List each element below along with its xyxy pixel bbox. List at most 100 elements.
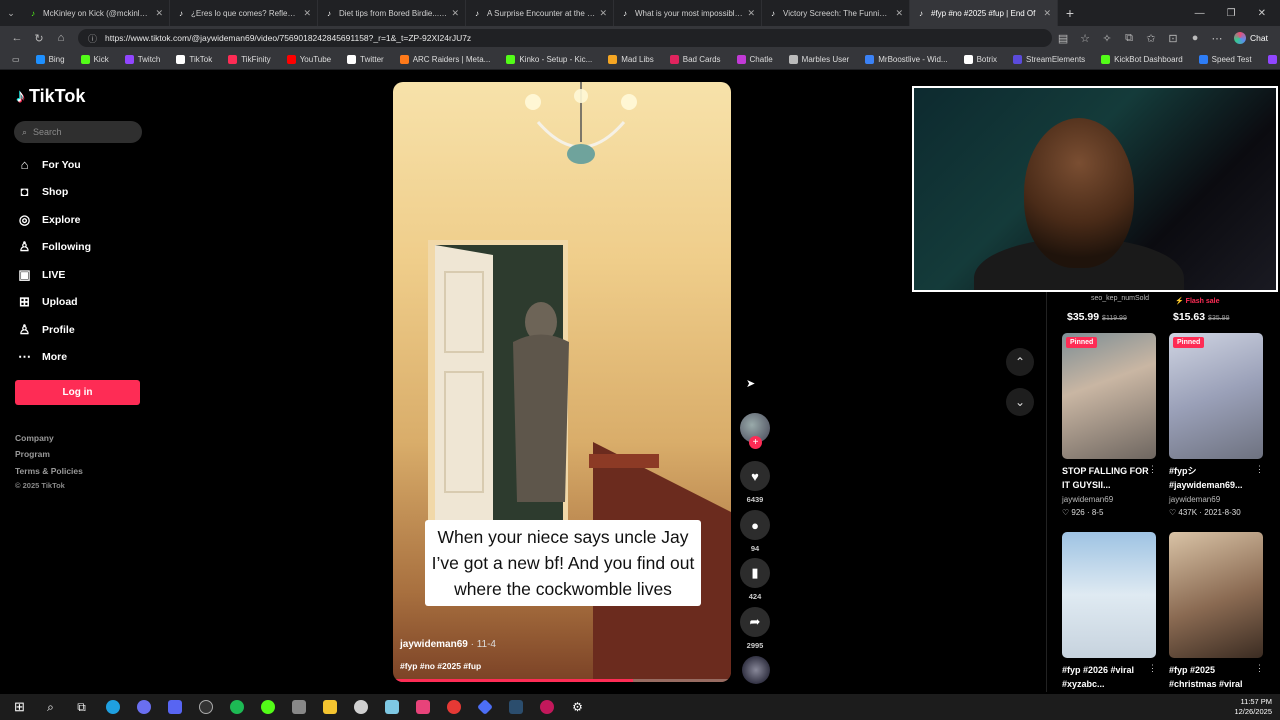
bookmark-item[interactable]: Kick (73, 55, 117, 64)
obs-icon[interactable] (190, 694, 221, 720)
close-tab-icon[interactable]: ✕ (303, 8, 311, 19)
taskbar-search-icon[interactable]: ⌕ (35, 694, 66, 720)
favorite-star-icon[interactable]: ☆ (1074, 32, 1096, 45)
minimize-icon[interactable]: — (1195, 8, 1205, 19)
close-tab-icon[interactable]: ✕ (895, 8, 903, 19)
video-hashtags[interactable]: #fyp #no #2025 #fup (400, 661, 481, 671)
app-diamond-icon[interactable] (469, 694, 500, 720)
sidebar-item-explore[interactable]: ◎ Explore (17, 212, 81, 228)
footer-link-terms[interactable]: Terms & Policies (15, 466, 83, 476)
settings-more-icon[interactable]: ⋯ (1206, 32, 1228, 45)
sidebar-item-upload[interactable]: ⊞ Upload (17, 294, 78, 310)
footer-link-company[interactable]: Company (15, 433, 54, 443)
reload-icon[interactable]: ↻ (28, 32, 50, 45)
browser-tab[interactable]: ♪ A Surprise Encounter at the Gym: T ✕ (466, 0, 614, 26)
address-bar[interactable]: ⓘ https://www.tiktok.com/@jaywideman69/v… (78, 29, 1053, 47)
spotify-icon[interactable] (221, 694, 252, 720)
extensions-icon[interactable]: ✧ (1096, 32, 1118, 45)
like-action[interactable]: ♥ 6439 (740, 461, 770, 504)
bookmark-item[interactable]: Speed Test (1191, 55, 1260, 64)
maximize-icon[interactable]: ❐ (1227, 8, 1236, 19)
back-arrow-icon[interactable]: ← (6, 32, 28, 44)
video-player[interactable]: When your niece says uncle Jay I’ve got … (393, 82, 731, 682)
bookmark-item[interactable]: Twitter (339, 55, 392, 64)
follow-plus-icon[interactable]: + (749, 436, 762, 449)
collections-icon[interactable]: ⊡ (1162, 32, 1184, 45)
more-options-icon[interactable]: ⋮ (1148, 464, 1157, 475)
copilot-chat-button[interactable]: Chat (1228, 32, 1274, 44)
close-tab-icon[interactable]: ✕ (451, 8, 459, 19)
app-cube-icon[interactable] (283, 694, 314, 720)
bookmark-icon[interactable]: ▮ (740, 558, 770, 588)
sidebar-item-shop[interactable]: ◘ Shop (17, 184, 69, 199)
video-author-1[interactable]: jaywideman69 (1062, 495, 1113, 504)
new-tab-button[interactable]: + (1058, 5, 1082, 21)
video-title-3[interactable]: #fyp #2026 #viral #xyzabc... (1062, 663, 1152, 691)
bookmark-item[interactable]: Botrix (956, 55, 1005, 64)
chrome-icon[interactable] (128, 694, 159, 720)
tab-list-chevron-icon[interactable]: ⌄ (0, 0, 22, 26)
sidebar-item-for-you[interactable]: ⌂ For You (17, 157, 81, 172)
comment-bubble-icon[interactable]: ● (740, 510, 770, 540)
bookmark-item[interactable]: TikTok (168, 55, 220, 64)
previous-video-chevron-up-icon[interactable]: ⌃ (1006, 348, 1034, 376)
bookmark-item[interactable]: MrBoostlive - Wid... (857, 55, 955, 64)
edge-browser-icon[interactable] (97, 694, 128, 720)
app-notes-icon[interactable] (376, 694, 407, 720)
video-title-4[interactable]: #fyp #2025 #christmas #viral (1169, 663, 1259, 691)
app-feather-icon[interactable] (345, 694, 376, 720)
sidebar-item-following[interactable]: ♙ Following (17, 239, 91, 255)
bookmark-item[interactable]: Bing (28, 55, 73, 64)
video-title-2[interactable]: #fypシ #jaywideman69... (1169, 464, 1259, 492)
video-thumbnail-1[interactable]: Pinned (1062, 333, 1156, 459)
video-title-1[interactable]: STOP FALLING FOR IT GUYSII... (1062, 464, 1152, 492)
favorites-icon[interactable]: ✩ (1140, 32, 1162, 45)
home-icon[interactable]: ⌂ (50, 32, 72, 44)
browser-tab[interactable]: ♪ Victory Screech: The Funniest Mo ✕ (762, 0, 910, 26)
kick-app-icon[interactable] (252, 694, 283, 720)
task-view-icon[interactable]: ⧉ (66, 694, 97, 720)
sidebar-item-more[interactable]: ⋯ More (17, 349, 67, 365)
video-thumbnail-4[interactable] (1169, 532, 1263, 658)
sidebar-item-live[interactable]: ▣ LIVE (17, 267, 65, 283)
video-thumbnail-2[interactable]: Pinned (1169, 333, 1263, 459)
browser-tab[interactable]: ♪ McKinley on Kick (@mckinley.tv) | ✕ (22, 0, 170, 26)
tiktok-logo[interactable]: ♪ TikTok (16, 86, 85, 107)
site-info-icon[interactable]: ⓘ (88, 32, 97, 45)
save-action[interactable]: ▮ 424 (740, 558, 770, 601)
bookmark-item[interactable]: Mad Libs (600, 55, 661, 64)
windows-start-icon[interactable]: ⊞ (4, 694, 35, 720)
split-screen-icon[interactable]: ⧉ (1118, 32, 1140, 45)
product-price[interactable]: $35.99 $119.99 (1067, 311, 1127, 323)
share-arrow-icon[interactable]: ➦ (740, 607, 770, 637)
footer-link-program[interactable]: Program (15, 449, 50, 459)
browser-tab[interactable]: ♪ Diet tips from Bored Birdie... #fitn ✕ (318, 0, 466, 26)
more-options-icon[interactable]: ⋮ (1255, 464, 1264, 475)
reader-view-icon[interactable]: ▤ (1052, 32, 1074, 45)
profile-avatar-icon[interactable]: ● (1184, 32, 1206, 44)
search-input[interactable] (33, 127, 124, 137)
app-circle-icon[interactable] (531, 694, 562, 720)
bookmark-item[interactable]: Bad Cards (662, 55, 729, 64)
browser-tab[interactable]: ♪ ¿Eres lo que comes? Reflexiones s ✕ (170, 0, 318, 26)
close-window-icon[interactable]: ✕ (1258, 8, 1266, 19)
close-tab-icon[interactable]: ✕ (747, 8, 755, 19)
bookmark-item[interactable]: YouTube (279, 55, 339, 64)
bookmark-item[interactable]: Twitch (117, 55, 169, 64)
app-red-icon[interactable] (438, 694, 469, 720)
sidebar-item-profile[interactable]: ♙ Profile (17, 322, 75, 338)
app-terminal-icon[interactable] (500, 694, 531, 720)
import-favorites-icon[interactable]: ▭ (4, 55, 28, 64)
bookmark-item[interactable]: Inbox (1260, 55, 1280, 64)
close-tab-icon[interactable]: ✕ (1043, 8, 1051, 19)
close-tab-icon[interactable]: ✕ (599, 8, 607, 19)
log-in-button[interactable]: Log in (15, 380, 140, 405)
bookmark-item[interactable]: TikFinity (220, 55, 278, 64)
bookmark-item[interactable]: ARC Raiders | Meta... (392, 55, 499, 64)
video-author-2[interactable]: jaywideman69 (1169, 495, 1220, 504)
comment-action[interactable]: ● 94 (740, 510, 770, 553)
share-action[interactable]: ➦ 2995 (740, 607, 770, 650)
bookmark-item[interactable]: StreamElements (1005, 55, 1093, 64)
close-tab-icon[interactable]: ✕ (155, 8, 163, 19)
music-disc-icon[interactable] (742, 656, 770, 684)
